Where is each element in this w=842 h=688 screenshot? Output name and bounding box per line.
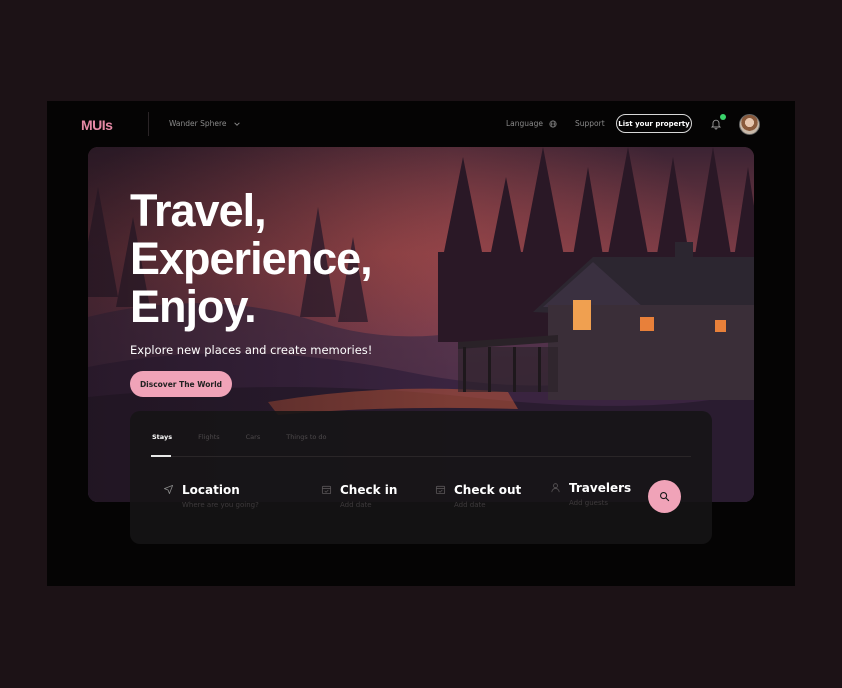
brand-logo[interactable]: MUIs [81, 117, 113, 133]
check-out-field[interactable]: Check out Add date [435, 483, 521, 509]
active-tab-indicator [151, 455, 171, 457]
check-out-label: Check out [454, 483, 522, 497]
travelers-placeholder: Add guests [569, 499, 609, 507]
tab-things-to-do[interactable]: Things to do [286, 433, 326, 441]
calendar-icon [321, 485, 332, 495]
notification-dot [720, 114, 726, 120]
avatar[interactable] [739, 114, 760, 135]
search-panel: Stays Flights Cars Things to do Location… [130, 411, 712, 544]
location-label: Location [182, 483, 240, 497]
search-button[interactable] [648, 480, 681, 513]
hero-subtitle: Explore new places and create memories! [130, 343, 373, 357]
tab-cars[interactable]: Cars [246, 433, 261, 441]
headline-line: Travel, [130, 185, 267, 236]
tab-stays[interactable]: Stays [152, 433, 172, 441]
workspace-label: Wander Sphere [169, 119, 227, 128]
language-selector[interactable]: Language [506, 119, 557, 128]
search-icon [660, 492, 670, 502]
check-in-field[interactable]: Check in Add date [321, 483, 397, 509]
bell-icon[interactable] [710, 118, 722, 130]
hero-headline: Travel, Experience, Enjoy. [130, 185, 373, 332]
chevron-down-icon [233, 121, 240, 126]
headline-line: Enjoy. [130, 281, 257, 332]
tab-flights[interactable]: Flights [198, 433, 220, 441]
location-field[interactable]: Location Where are you going? [163, 483, 259, 509]
header-divider [148, 112, 149, 136]
discover-world-button[interactable]: Discover The World [130, 371, 232, 397]
location-placeholder: Where are you going? [182, 501, 259, 509]
language-label: Language [506, 119, 544, 128]
check-in-label: Check in [340, 483, 398, 497]
globe-icon [549, 119, 557, 128]
travelers-field[interactable]: Travelers Add guests [550, 481, 631, 507]
travelers-label: Travelers [569, 481, 632, 495]
support-label: Support [575, 119, 605, 128]
search-tabs: Stays Flights Cars Things to do [152, 433, 327, 441]
navigation-icon [163, 484, 174, 495]
support-link[interactable]: Support [575, 119, 605, 128]
calendar-icon [435, 485, 446, 495]
tabs-divider [151, 456, 691, 457]
workspace-selector[interactable]: Wander Sphere [169, 119, 241, 128]
app-window: MUIs Wander Sphere Language Support List… [47, 101, 795, 586]
check-in-placeholder: Add date [340, 501, 372, 509]
check-out-placeholder: Add date [454, 501, 486, 509]
user-icon [551, 483, 560, 493]
headline-line: Experience, [130, 233, 373, 284]
list-property-button[interactable]: List your property [616, 114, 692, 133]
